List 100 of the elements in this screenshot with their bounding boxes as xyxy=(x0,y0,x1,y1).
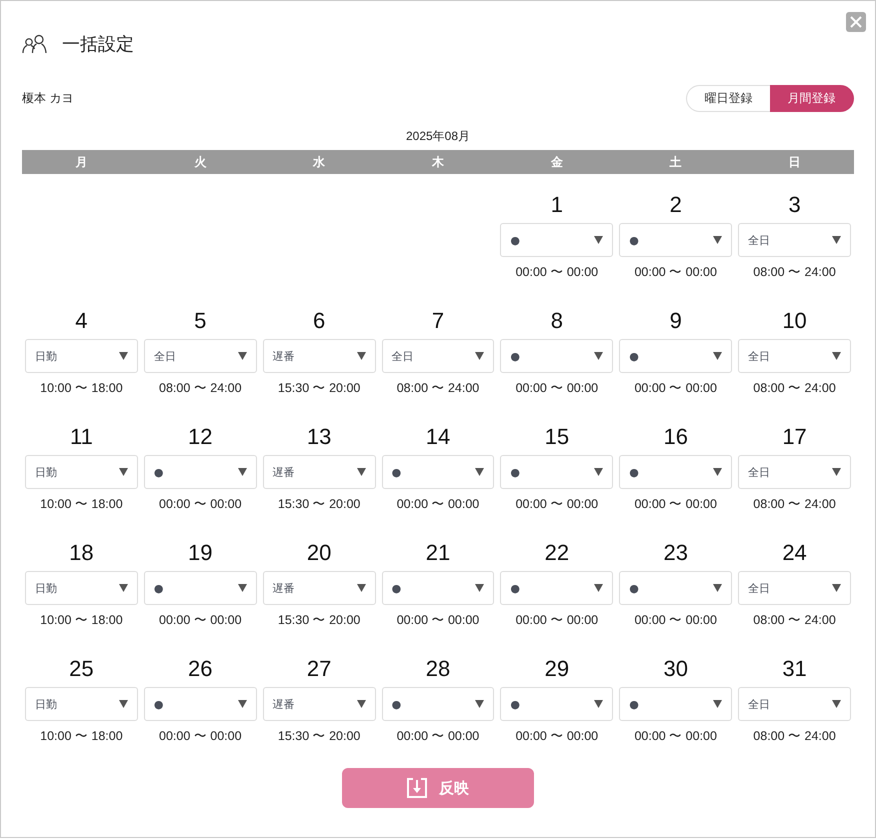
download-icon xyxy=(407,778,427,798)
day-number: 3 xyxy=(788,191,801,219)
close-button[interactable] xyxy=(846,12,866,32)
caret-icon xyxy=(713,468,722,476)
caret-icon xyxy=(832,236,841,244)
caret-icon xyxy=(594,468,604,476)
close-icon xyxy=(850,16,862,28)
caret-icon xyxy=(238,468,247,476)
shift-select[interactable]: ● xyxy=(144,571,257,605)
caret-icon xyxy=(118,468,128,476)
shift-select[interactable]: ● xyxy=(500,223,614,257)
month-label: 2025年08月 xyxy=(406,128,470,145)
day-number: 25 xyxy=(69,655,94,683)
day-number: 8 xyxy=(550,307,563,335)
time-range: 08:00 〜 24:00 xyxy=(159,380,242,397)
time-range: 08:00 〜 24:00 xyxy=(753,496,836,513)
weekday-label: 日 xyxy=(788,154,801,170)
caret-icon xyxy=(238,700,247,708)
time-range: 08:00 〜 24:00 xyxy=(753,612,836,629)
caret-icon xyxy=(475,468,484,476)
shift-select[interactable]: 日勤 xyxy=(25,571,138,605)
weekday-label: 火 xyxy=(194,154,206,170)
shift-select[interactable]: ● xyxy=(619,455,732,489)
time-range: 00:00 〜 00:00 xyxy=(396,496,480,513)
caret-icon xyxy=(713,236,722,244)
caret-icon xyxy=(475,352,484,360)
day-number: 22 xyxy=(544,539,570,567)
shift-select[interactable]: 遅番 xyxy=(262,571,376,605)
time-range: 00:00 〜 00:00 xyxy=(159,728,242,745)
caret-icon xyxy=(832,700,841,708)
day-number: 15 xyxy=(544,423,570,451)
shift-select[interactable]: 全日 xyxy=(738,687,851,721)
shift-select[interactable]: ● xyxy=(619,687,732,721)
shift-select[interactable]: ● xyxy=(500,339,614,373)
caret-icon xyxy=(238,352,247,360)
time-range: 00:00 〜 00:00 xyxy=(159,612,242,629)
day-number: 29 xyxy=(544,655,570,683)
time-range: 15:30 〜 20:00 xyxy=(278,612,360,629)
shift-select[interactable]: 全日 xyxy=(738,223,851,257)
caret-icon xyxy=(356,352,366,360)
shift-select[interactable]: ● xyxy=(382,687,494,721)
shift-select[interactable]: 全日 xyxy=(144,339,257,373)
shift-select[interactable]: ● xyxy=(144,687,257,721)
weekday-label: 水 xyxy=(313,154,326,170)
shift-select[interactable]: ● xyxy=(500,571,614,605)
time-range: 00:00 〜 00:00 xyxy=(396,728,480,745)
mode-tab[interactable]: 月間登録 xyxy=(770,84,854,112)
time-range: 00:00 〜 00:00 xyxy=(634,728,717,745)
shift-select[interactable]: 遅番 xyxy=(262,339,376,373)
weekday-label: 金 xyxy=(550,154,563,170)
shift-select[interactable]: 全日 xyxy=(382,339,494,373)
day-number: 19 xyxy=(188,539,213,567)
shift-select[interactable]: 日勤 xyxy=(25,339,138,373)
mode-tab[interactable]: 曜日登録 xyxy=(686,84,770,112)
day-number: 9 xyxy=(670,307,682,335)
time-range: 00:00 〜 00:00 xyxy=(516,380,598,397)
staff-name: 榎本 カヨ xyxy=(22,90,74,106)
caret-icon xyxy=(475,584,484,592)
caret-icon xyxy=(118,352,128,360)
shift-select[interactable]: 遅番 xyxy=(262,455,376,489)
shift-select[interactable]: ● xyxy=(382,571,494,605)
shift-select[interactable]: 日勤 xyxy=(25,687,138,721)
day-number: 14 xyxy=(426,423,450,451)
caret-icon xyxy=(118,700,128,708)
shift-select[interactable]: ● xyxy=(144,455,257,489)
time-range: 00:00 〜 00:00 xyxy=(396,612,480,629)
day-number: 30 xyxy=(663,655,688,683)
time-range: 10:00 〜 18:00 xyxy=(40,380,123,397)
shift-select[interactable]: 日勤 xyxy=(25,455,138,489)
day-number: 23 xyxy=(663,539,688,567)
shift-select[interactable]: ● xyxy=(500,687,614,721)
shift-select[interactable]: ● xyxy=(500,455,614,489)
time-range: 00:00 〜 00:00 xyxy=(634,496,717,513)
caret-icon xyxy=(594,236,604,244)
time-range: 00:00 〜 00:00 xyxy=(159,496,242,513)
caret-icon xyxy=(594,700,604,708)
time-range: 08:00 〜 24:00 xyxy=(753,380,836,397)
time-range: 00:00 〜 00:00 xyxy=(634,380,717,397)
shift-select[interactable]: 遅番 xyxy=(262,687,376,721)
shift-select[interactable]: 全日 xyxy=(738,455,851,489)
time-range: 08:00 〜 24:00 xyxy=(753,264,836,281)
time-range: 00:00 〜 00:00 xyxy=(634,612,717,629)
day-number: 11 xyxy=(70,423,93,451)
caret-icon xyxy=(713,584,722,592)
shift-select[interactable]: ● xyxy=(619,339,732,373)
day-number: 28 xyxy=(426,655,450,683)
shift-select[interactable]: 全日 xyxy=(738,339,851,373)
shift-select[interactable]: ● xyxy=(382,455,494,489)
time-range: 00:00 〜 00:00 xyxy=(634,264,717,281)
day-number: 18 xyxy=(69,539,94,567)
caret-icon xyxy=(356,700,366,708)
shift-select[interactable]: ● xyxy=(619,571,732,605)
day-number: 17 xyxy=(782,423,807,451)
shift-select[interactable]: ● xyxy=(619,223,732,257)
caret-icon xyxy=(832,468,841,476)
day-number: 16 xyxy=(663,423,688,451)
caret-icon xyxy=(594,584,604,592)
caret-icon xyxy=(356,468,366,476)
caret-icon xyxy=(713,700,722,708)
shift-select[interactable]: 全日 xyxy=(738,571,851,605)
